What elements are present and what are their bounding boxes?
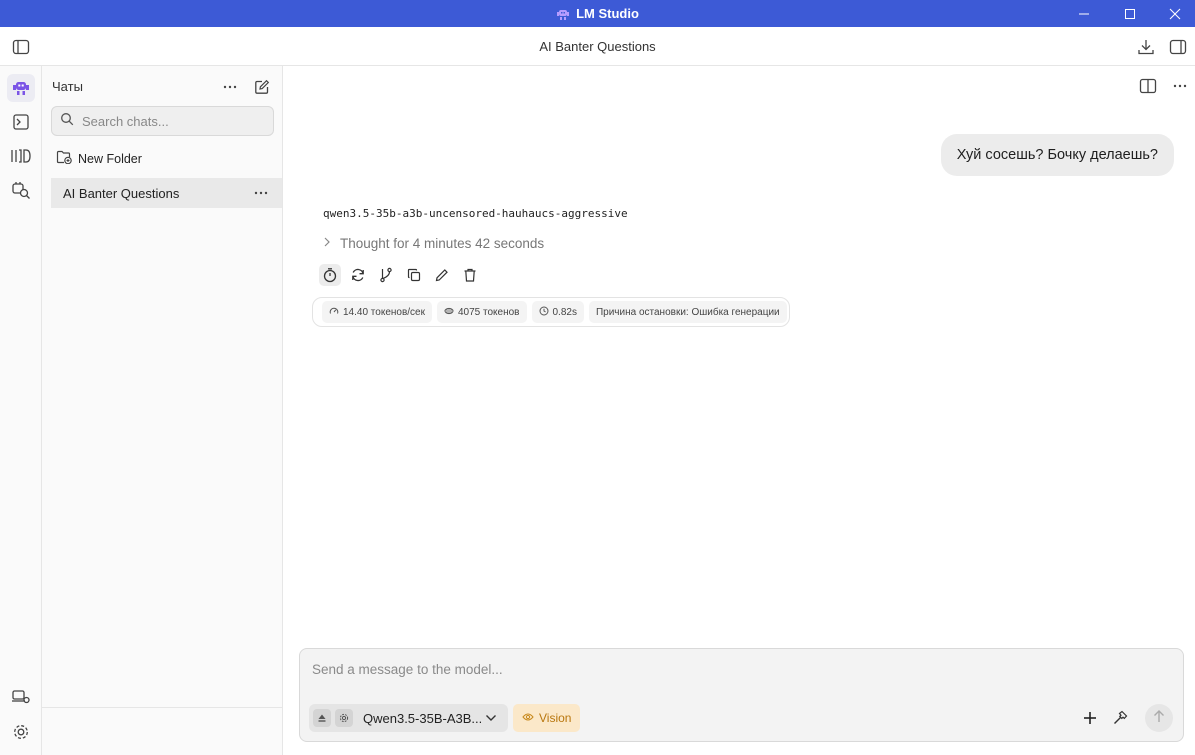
timer-icon[interactable] [319,264,341,286]
tokens-stat: 4075 токенов [437,301,527,323]
window-title-group: LM Studio [0,0,1195,27]
model-settings-icon[interactable] [335,709,353,727]
minimize-button[interactable] [1061,0,1107,27]
close-button[interactable] [1152,0,1195,27]
delete-icon[interactable] [459,264,481,286]
regenerate-icon[interactable] [347,264,369,286]
assistant-model-name: qwen3.5-35b-a3b-uncensored-hauhaucs-aggr… [323,207,628,220]
chevron-down-icon [485,709,497,727]
window-title: LM Studio [576,6,639,21]
thought-label: Thought for 4 minutes 42 seconds [340,236,545,251]
sidebar-more-icon[interactable] [219,76,241,98]
window-titlebar: LM Studio [0,0,1195,27]
models-nav-icon[interactable] [7,142,35,170]
new-chat-icon[interactable] [251,76,273,98]
user-message: Хуй сосешь? Бочку делаешь? [940,134,1174,176]
chat-title: AI Banter Questions [539,39,656,54]
discover-nav-icon[interactable] [7,176,35,204]
terminal-nav-icon[interactable] [7,108,35,136]
time-stat: 0.82s [531,301,584,323]
copy-icon[interactable] [403,264,425,286]
branch-icon[interactable] [375,264,397,286]
chats-sidebar: Чаты New Folder AI Banter Questions [42,66,283,755]
app-header: AI Banter Questions [0,27,1195,66]
nav-rail [0,66,42,755]
model-selector[interactable]: Qwen3.5-35B-A3B... [309,704,508,732]
arrow-up-icon [1153,709,1165,728]
toggle-right-panel-button[interactable] [1167,36,1189,58]
eject-model-icon[interactable] [313,709,331,727]
generation-stats: 14.40 токенов/сек 4075 токенов 0.82s При… [312,297,790,327]
sidebar-heading: Чаты [52,79,83,94]
folder-plus-icon [56,150,72,167]
time-value: 0.82s [552,306,577,318]
speed-value: 14.40 токенов/сек [343,306,425,318]
tools-hammer-icon[interactable] [1108,706,1132,730]
search-chats[interactable] [51,106,274,136]
vision-badge[interactable]: Vision [513,704,581,732]
edit-icon[interactable] [431,264,453,286]
tokens-value: 4075 токенов [458,306,520,318]
vision-label: Vision [539,711,572,725]
speedometer-icon [329,306,339,319]
chat-nav-icon[interactable] [7,74,35,102]
new-folder-button[interactable]: New Folder [56,150,142,167]
chat-list-item-label: AI Banter Questions [63,185,180,201]
chat-list-item[interactable]: AI Banter Questions [51,178,282,208]
new-folder-label: New Folder [78,151,142,166]
chat-item-more-icon[interactable] [250,182,272,204]
message-composer: Qwen3.5-35B-A3B... Vision [299,648,1184,742]
stop-reason-stat: Причина остановки: Ошибка генерации [588,301,787,323]
devices-nav-icon[interactable] [7,683,35,711]
stop-reason-value: Причина остановки: Ошибка генерации [595,306,780,318]
send-button[interactable] [1145,704,1173,732]
download-button[interactable] [1135,36,1157,58]
chat-more-icon[interactable] [1169,75,1191,97]
search-icon [60,112,74,131]
sidebar-divider [42,707,282,708]
maximize-button[interactable] [1107,0,1153,27]
chevron-right-icon [323,236,331,251]
search-input[interactable] [82,113,262,129]
tokens-icon [444,306,454,319]
message-input[interactable] [312,662,1172,684]
message-actions [319,264,481,286]
clock-icon [539,306,549,319]
chat-main: Хуй сосешь? Бочку делаешь? qwen3.5-35b-a… [283,66,1195,755]
add-attachment-icon[interactable] [1078,706,1102,730]
lmstudio-logo-icon [556,7,570,21]
settings-nav-icon[interactable] [7,718,35,746]
eye-icon [522,711,534,725]
model-select-label: Qwen3.5-35B-A3B... [363,710,481,726]
thought-toggle[interactable]: Thought for 4 minutes 42 seconds [323,236,544,251]
speed-stat: 14.40 токенов/сек [322,301,432,323]
split-view-icon[interactable] [1137,75,1159,97]
